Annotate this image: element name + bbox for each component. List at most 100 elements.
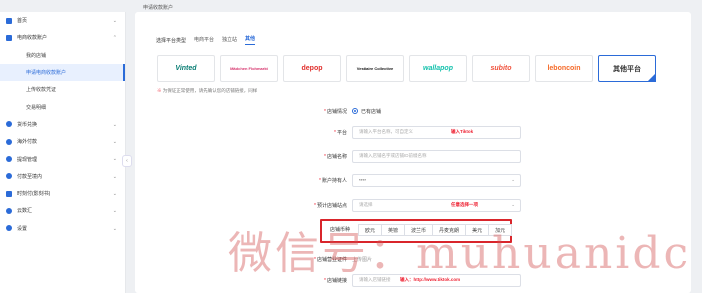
sidebar-subitem-1[interactable]: 申请电商收款账户 (0, 63, 125, 82)
platform-logo-text: Mädchen Flohmarkt (230, 66, 268, 71)
top-strip: 申请收款账户 (0, 0, 702, 12)
sidebar-subitem-3[interactable]: 交易明细 (0, 98, 125, 115)
sidebar-item-8[interactable]: 设置 ⌄ (0, 220, 125, 237)
chevron-icon: ⌄ (112, 225, 117, 232)
platform-label: *平台 (334, 129, 347, 136)
sidebar-subitem-0[interactable]: 我的店铺 (0, 47, 125, 64)
platform-list: Vinted Mädchen Flohmarkt depop Vestiaire Co… (157, 55, 656, 82)
exchange-icon (6, 121, 12, 128)
chevron-down-icon: ⌄ (511, 202, 515, 207)
tab-other[interactable]: 其他 (245, 35, 256, 45)
currency-button-group: 欧元 英镑 波兰币 丹麦克朗 美元 加元 (358, 224, 513, 236)
sidebar-subitem-2[interactable]: 上传收款凭证 (0, 81, 125, 98)
store-status-radio[interactable]: 已有店铺 (352, 108, 381, 115)
store-status-row: *店铺情况 已有店铺 (135, 104, 691, 118)
platform-type-row: 选择平台类型 电商平台 独立站 其他 (156, 35, 256, 45)
platform-logo-text: depop (301, 65, 323, 72)
platform-option-1[interactable]: Mädchen Flohmarkt (220, 55, 278, 82)
tab-independent-site[interactable]: 独立站 (222, 36, 237, 45)
main-panel: 选择平台类型 电商平台 独立站 其他 Vinted Mädchen Flohmar… (135, 12, 691, 293)
home-icon (6, 17, 12, 24)
store-site-label: *预计店铺站点 (314, 202, 347, 209)
upload-button[interactable]: 上传图片 (352, 256, 372, 263)
store-link-row: *店铺链接 请输入店铺链接 输入：http://www.tiktok.com (135, 273, 691, 287)
account-holder-label: *账户持有人 (319, 177, 347, 184)
platform-logo-text: subito (490, 65, 512, 72)
tip-message: 为保证正常使用，请先确认您的店铺链接，同样 (162, 88, 258, 93)
platform-logo-text: 其他平台 (613, 65, 641, 73)
cloud-icon (6, 207, 12, 214)
sidebar-item-label: 提现管理 (17, 156, 38, 163)
platform-option-7[interactable]: 其他平台 (598, 55, 656, 82)
chevron-icon: ⌄ (112, 139, 117, 146)
store-icon (6, 34, 12, 41)
currency-option-2[interactable]: 波兰币 (404, 224, 434, 236)
calendar-icon (6, 190, 12, 197)
currency-option-0[interactable]: 欧元 (358, 224, 383, 236)
platform-logo-text: wallapop (423, 65, 453, 72)
chevron-icon: ⌄ (112, 190, 117, 197)
platform-input[interactable]: 请输入平台名称，可自定义 (352, 125, 521, 139)
withdraw-icon (6, 156, 12, 163)
sidebar-item-label: 云数汇 (17, 208, 33, 215)
platform-logo-text: Vinted (175, 65, 197, 72)
platform-option-2[interactable]: depop (283, 55, 341, 82)
account-holder-select[interactable]: **** ⌄ (352, 173, 521, 187)
sidebar-item-label: 海外付款 (17, 139, 38, 146)
currency-label: 店铺币种 (330, 227, 351, 233)
platform-option-6[interactable]: leboncoin (535, 55, 593, 82)
upload-row: *店铺营业证件 上传图片 (135, 252, 691, 266)
sidebar-item-label: 货币兑换 (17, 121, 38, 128)
settings-icon (6, 225, 12, 232)
platform-type-label: 选择平台类型 (156, 37, 187, 44)
sidebar-item-5[interactable]: 付款至境内 ⌄ (0, 168, 125, 185)
tip-text: ※ 为保证正常使用，请先确认您的店铺链接，同样 (157, 88, 257, 94)
chevron-icon: ⌃ (112, 35, 117, 42)
sidebar-item-label: 首页 (17, 18, 28, 25)
sidebar-item-label: 付款至境内 (17, 173, 43, 180)
sidebar-item-7[interactable]: 云数汇 ⌄ (0, 202, 125, 219)
currency-option-4[interactable]: 美元 (465, 224, 490, 236)
sidebar-item-4[interactable]: 提现管理 ⌄ (0, 150, 125, 167)
store-link-label: *店铺链接 (324, 277, 347, 284)
currency-option-1[interactable]: 英镑 (381, 224, 406, 236)
platform-option-3[interactable]: Vestiaire Collective (346, 55, 404, 82)
chevron-icon: ⌄ (112, 156, 117, 163)
sidebar: 首页 ⌄ 电商收款账户 ⌃ 我的店铺 申请电商收款账户 上传收款凭证 交易明细 货币兑换 ⌄ 海外付… (0, 12, 126, 293)
store-status-label: *店铺情况 (324, 108, 347, 115)
breadcrumb: 申请收款账户 (143, 5, 174, 11)
chevron-down-icon: ⌄ (511, 177, 515, 182)
store-name-row: *店铺名称 请输入店铺名字或店铺ID前缀名称 (135, 149, 691, 163)
store-site-select[interactable]: 请选择 ⌄ (352, 198, 521, 212)
platform-row: *平台 请输入平台名称，可自定义 输入Tiktok (135, 125, 691, 139)
chevron-icon: ⌄ (112, 208, 117, 215)
sidebar-item-3[interactable]: 海外付款 ⌄ (0, 133, 125, 150)
tab-ecommerce[interactable]: 电商平台 (194, 36, 214, 45)
platform-option-4[interactable]: wallapop (409, 55, 467, 82)
upload-label: *店铺营业证件 (314, 256, 347, 263)
platform-option-0[interactable]: Vinted (157, 55, 215, 82)
store-name-input[interactable]: 请输入店铺名字或店铺ID前缀名称 (352, 149, 521, 163)
currency-option-5[interactable]: 加元 (488, 224, 513, 236)
store-site-row: *预计店铺站点 请选择 ⌄ 任意选择一项 (135, 198, 691, 212)
currency-option-3[interactable]: 丹麦克朗 (432, 224, 467, 236)
sidebar-item-2[interactable]: 货币兑换 ⌄ (0, 116, 125, 133)
chevron-icon: ⌄ (112, 121, 117, 128)
store-site-note: 任意选择一项 (451, 202, 478, 207)
sidebar-item-label: 电商收款账户 (17, 35, 48, 42)
sidebar-item-1[interactable]: 电商收款账户 ⌃ (0, 29, 125, 46)
chevron-icon: ⌄ (112, 173, 117, 180)
sidebar-item-label: 设置 (17, 225, 28, 232)
store-name-label: *店铺名称 (324, 153, 347, 160)
account-holder-row: *账户持有人 **** ⌄ (135, 173, 691, 187)
sidebar-item-label: 时刻付(影刻书) (17, 191, 51, 198)
collapse-sidebar-button[interactable]: ‹ (122, 155, 132, 167)
sidebar-item-6[interactable]: 时刻付(影刻书) ⌄ (0, 185, 125, 202)
platform-logo-text: Vestiaire Collective (356, 66, 394, 71)
sidebar-item-0[interactable]: 首页 ⌄ (0, 12, 125, 29)
radio-selected-icon (352, 108, 358, 114)
store-link-note: 输入：http://www.tiktok.com (400, 277, 461, 282)
platform-option-5[interactable]: subito (472, 55, 530, 82)
chevron-icon: ⌄ (112, 18, 117, 24)
payment-icon (6, 138, 12, 145)
